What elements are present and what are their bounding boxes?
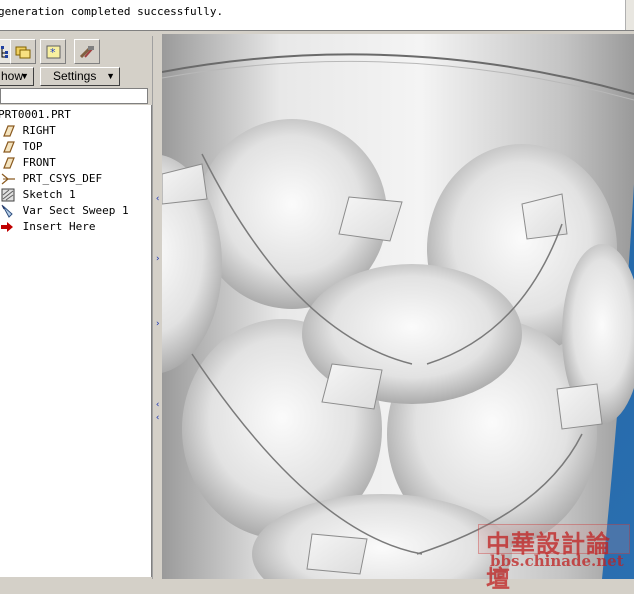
tree-item-label: Insert Here xyxy=(22,220,96,233)
datum-plane-icon xyxy=(0,156,16,170)
tree-item-part[interactable]: PRT0001.PRT xyxy=(0,107,71,123)
tree-item-sweep[interactable]: Var Sect Sweep 1 xyxy=(0,203,129,219)
tools-icon xyxy=(79,46,94,59)
part-model-render xyxy=(162,34,634,579)
expand-arrow-icon[interactable]: › xyxy=(155,319,160,329)
insert-arrow-icon xyxy=(0,220,16,234)
tree-item-label: FRONT xyxy=(22,156,56,169)
sweep-icon xyxy=(0,204,16,218)
chevron-down-icon: ▼ xyxy=(20,71,29,81)
chevron-down-icon: ▼ xyxy=(106,71,115,81)
show-menu-button[interactable]: how ▼ xyxy=(0,67,34,86)
datum-plane-icon xyxy=(0,124,16,138)
model-tree: PRT0001.PRT RIGHT TOP FRONT PRT_CSYS_DEF… xyxy=(0,105,152,577)
graphics-viewport[interactable] xyxy=(162,34,634,579)
tree-item-insert-here[interactable]: Insert Here xyxy=(0,219,95,235)
collapse-arrow-icon[interactable]: ‹ xyxy=(155,413,160,423)
svg-text:*: * xyxy=(50,46,56,59)
star-page-icon: * xyxy=(46,45,61,59)
tree-item-sketch[interactable]: Sketch 1 xyxy=(0,187,76,203)
folders-icon xyxy=(15,46,31,59)
tree-item-top[interactable]: TOP xyxy=(0,139,43,155)
tree-item-label: PRT0001.PRT xyxy=(0,108,71,121)
tree-item-label: RIGHT xyxy=(22,124,56,137)
collapse-arrow-icon[interactable]: ‹ xyxy=(155,400,160,410)
tree-item-label: PRT_CSYS_DEF xyxy=(22,172,103,185)
tree-item-csys[interactable]: PRT_CSYS_DEF xyxy=(0,171,102,187)
tree-item-label: TOP xyxy=(22,140,43,153)
settings-menu-button[interactable]: Settings ▼ xyxy=(40,67,120,86)
message-scrollbar[interactable] xyxy=(625,0,634,30)
settings-menu-label: Settings xyxy=(53,69,97,83)
coordinate-system-icon xyxy=(0,172,16,186)
connections-tab[interactable] xyxy=(74,39,100,64)
collapse-arrow-icon[interactable]: ‹ xyxy=(155,194,160,204)
datum-plane-icon xyxy=(0,140,16,154)
status-message: generation completed successfully. xyxy=(0,5,224,18)
expand-arrow-icon[interactable]: › xyxy=(155,254,160,264)
forum-watermark: 中華設計論壇 bbs.chinade.net xyxy=(478,522,630,593)
sketch-icon xyxy=(0,188,16,202)
tree-toolbar: how ▼ Settings ▼ xyxy=(0,65,152,87)
tree-filter-field[interactable] xyxy=(0,88,148,104)
folder-browser-tab[interactable] xyxy=(10,39,36,64)
watermark-url: bbs.chinade.net xyxy=(490,552,624,570)
tree-item-label: Sketch 1 xyxy=(22,188,76,201)
favorites-tab[interactable]: * xyxy=(40,39,66,64)
navigator-panel: * how ▼ Settings ▼ PRT0001.PRT RIGHT TOP… xyxy=(0,31,156,579)
message-area: generation completed successfully. xyxy=(0,0,634,31)
tree-item-front[interactable]: FRONT xyxy=(0,155,56,171)
tree-item-label: Var Sect Sweep 1 xyxy=(22,204,129,217)
tree-item-right[interactable]: RIGHT xyxy=(0,123,56,139)
